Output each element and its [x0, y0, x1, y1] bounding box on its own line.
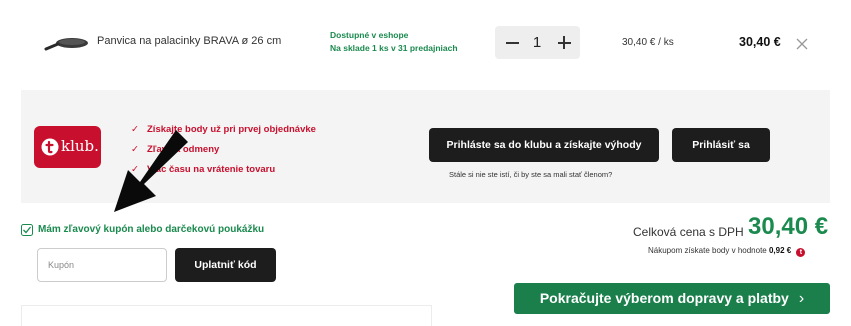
club-logo-text: klub. — [61, 137, 99, 155]
login-button[interactable]: Prihlásiť sa — [672, 128, 770, 162]
quantity-stepper: 1 — [495, 26, 580, 59]
chevron-right-icon: › — [798, 290, 805, 307]
coupon-checkbox-label[interactable]: Mám zľavový kupón alebo darčekovú poukáž… — [38, 224, 264, 235]
availability-info: Dostupné v eshope Na sklade 1 ks v 31 pr… — [330, 29, 458, 55]
total-price-label: Celková cena s DPH — [633, 225, 744, 239]
club-points-icon: t — [796, 248, 806, 257]
coupon-checkbox[interactable] — [21, 224, 33, 236]
product-name[interactable]: Panvica na palacinky BRAVA ø 26 cm — [97, 35, 281, 47]
continue-button-label: Pokračujte výberom dopravy a platby — [539, 290, 789, 306]
club-logo: klub. — [34, 126, 101, 168]
product-image — [44, 38, 88, 51]
club-logo-mark-icon — [41, 138, 59, 156]
club-note-link[interactable]: Stále si nie ste istí, či by ste sa mali… — [449, 170, 612, 179]
decrease-quantity-button[interactable] — [503, 26, 523, 59]
item-total-price: 30,40 € — [739, 35, 781, 49]
bottom-card — [21, 305, 432, 326]
close-icon[interactable] — [795, 37, 809, 51]
apply-coupon-button[interactable]: Uplatniť kód — [175, 248, 276, 282]
quantity-value[interactable]: 1 — [527, 34, 547, 51]
continue-to-shipping-button[interactable]: Pokračujte výberom dopravy a platby › — [514, 283, 830, 314]
points-text: Nákupom získate body v hodnote — [648, 246, 767, 255]
coupon-input[interactable] — [37, 248, 167, 282]
availability-stores[interactable]: Na sklade 1 ks v 31 predajniach — [330, 42, 458, 55]
total-price-value: 30,40 € — [748, 213, 829, 240]
arrow-icon — [114, 130, 188, 212]
points-info: Nákupom získate body v hodnote 0,92 € t — [648, 246, 806, 257]
unit-price: 30,40 € / ks — [622, 37, 674, 48]
increase-quantity-button[interactable] — [555, 26, 575, 59]
availability-eshop: Dostupné v eshope — [330, 30, 409, 40]
points-value: 0,92 € — [768, 246, 792, 255]
join-club-button[interactable]: Prihláste sa do klubu a získajte výhody — [429, 128, 659, 162]
